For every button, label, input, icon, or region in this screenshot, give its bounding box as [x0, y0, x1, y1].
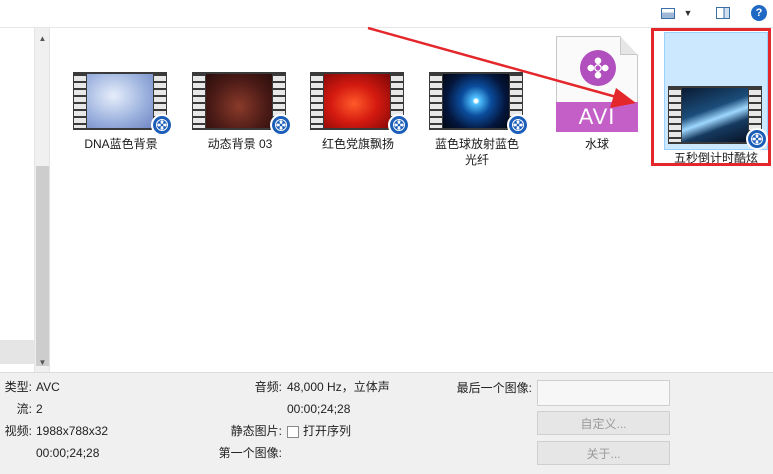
video-value: 1988x788x32	[36, 424, 109, 438]
last-frame-label: 最后一个图像:	[456, 381, 532, 395]
audio-value: 48,000 Hz，立体声	[287, 380, 390, 394]
stream-label: 流:	[16, 402, 32, 416]
audio-label: 音频:	[254, 380, 282, 394]
open-sequence-checkbox[interactable]	[287, 426, 299, 438]
type-label: 类型:	[4, 380, 32, 394]
still-image-label: 静态图片:	[230, 424, 282, 438]
open-sequence-label[interactable]: 打开序列	[303, 424, 351, 439]
custom-button[interactable]: 自定义...	[537, 411, 670, 435]
first-frame-label: 第一个图像:	[218, 446, 282, 460]
file-details-panel: 类型: AVC 流: 2 视频: 1988x788x32 00:00;24;28…	[0, 372, 773, 474]
audio-duration: 00:00;24;28	[287, 402, 351, 416]
last-frame-field	[537, 380, 670, 406]
video-duration: 00:00;24;28	[36, 446, 100, 460]
stream-value: 2	[36, 402, 43, 416]
file-browser-window: ▼ ? ▲ ▼ DNA蓝色背景 动态背景 03 红色党旗飘扬 蓝色球放射蓝色光纤…	[0, 0, 773, 474]
about-button[interactable]: 关于...	[537, 441, 670, 465]
type-value: AVC	[36, 380, 60, 394]
video-label: 视频:	[4, 424, 32, 438]
